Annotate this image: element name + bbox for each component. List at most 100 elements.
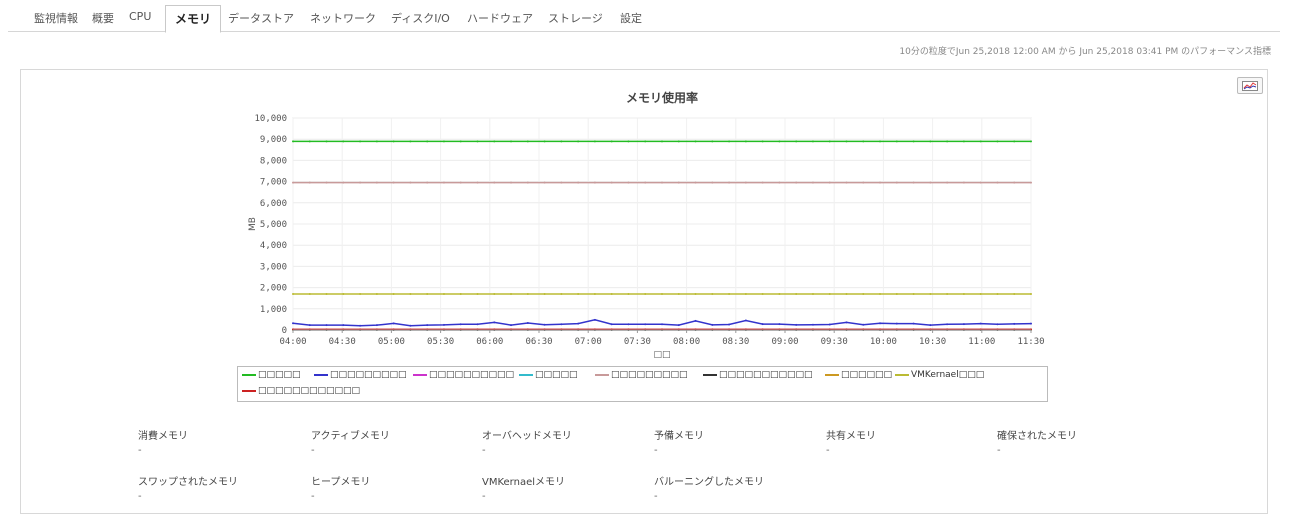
series-point bbox=[577, 322, 580, 325]
tab-network[interactable]: ネットワーク bbox=[310, 10, 376, 26]
series-point bbox=[308, 140, 311, 143]
series-point bbox=[510, 140, 513, 143]
series-point bbox=[359, 324, 362, 327]
series-point bbox=[761, 181, 764, 184]
series-point bbox=[912, 292, 915, 295]
metric-label: 共有メモリ bbox=[826, 431, 876, 442]
series-point bbox=[677, 140, 680, 143]
metric-granted: 確保されたメモリ - bbox=[997, 430, 1077, 456]
legend-item[interactable]: □□□□□□□□□□□□ bbox=[242, 386, 360, 396]
metric-label: 消費メモリ bbox=[138, 431, 188, 442]
series-point bbox=[526, 322, 529, 325]
series-point bbox=[593, 140, 596, 143]
series-point bbox=[493, 321, 496, 324]
legend-item[interactable]: □□□□□□ bbox=[825, 370, 892, 380]
legend-item[interactable]: VMKernael□□□ bbox=[895, 370, 984, 380]
series-point bbox=[359, 140, 362, 143]
metric-value: - bbox=[826, 445, 830, 456]
tab-settings[interactable]: 設定 bbox=[620, 10, 642, 26]
series-point bbox=[761, 292, 764, 295]
series-point bbox=[661, 292, 663, 295]
metric-value: - bbox=[654, 491, 658, 502]
series-point bbox=[661, 323, 663, 326]
legend-item[interactable]: □□□□□□□□□ bbox=[595, 370, 688, 380]
series-point bbox=[476, 140, 479, 143]
series-point bbox=[442, 292, 445, 295]
legend-swatch bbox=[895, 374, 909, 376]
legend-item[interactable]: □□□□□□□□□□ bbox=[413, 370, 514, 380]
y-tick-label: 7,000 bbox=[260, 178, 287, 188]
legend-item[interactable]: □□□□□□□□□□□ bbox=[703, 370, 813, 380]
tab-bar: 監視情報 概要 CPU メモリ データストア ネットワーク ディスクI/O ハー… bbox=[8, 0, 1280, 33]
series-point bbox=[426, 181, 429, 184]
series-point bbox=[929, 324, 932, 327]
x-tick-label: 04:00 bbox=[279, 337, 306, 347]
memory-usage-chart: メモリ使用率 0 1,000 2,000 3,000 4,000 5,000 6,000 7,0… bbox=[248, 90, 1045, 360]
series-point bbox=[526, 292, 529, 295]
series-point bbox=[979, 292, 982, 295]
y-tick-label: 4,000 bbox=[260, 241, 287, 251]
series-point bbox=[912, 322, 915, 325]
legend-label: □□□□□□ bbox=[841, 370, 893, 380]
series-point bbox=[862, 181, 865, 184]
series-point bbox=[962, 181, 965, 184]
legend-item[interactable]: □□□□□ bbox=[519, 370, 578, 380]
series-point bbox=[1030, 140, 1032, 143]
series-point bbox=[694, 319, 697, 322]
series-point bbox=[543, 323, 546, 326]
series-point bbox=[828, 292, 831, 295]
series-point bbox=[845, 292, 848, 295]
series-point bbox=[946, 323, 949, 326]
series-point bbox=[392, 322, 395, 325]
series-point bbox=[795, 181, 798, 184]
tab-storage[interactable]: ストレージ bbox=[548, 10, 603, 26]
series-point bbox=[1030, 181, 1032, 184]
legend-swatch bbox=[595, 374, 609, 376]
series-point bbox=[342, 324, 345, 327]
series-point bbox=[560, 323, 563, 326]
series-point bbox=[677, 181, 680, 184]
metric-overhead: オーバヘッドメモリ - bbox=[482, 430, 572, 456]
metric-vmkernel: VMKernaelメモリ - bbox=[482, 476, 565, 502]
series-point bbox=[359, 181, 362, 184]
tab-datastore[interactable]: データストア bbox=[228, 10, 294, 26]
metric-value: - bbox=[138, 445, 142, 456]
series-point bbox=[526, 140, 529, 143]
y-tick-label: 8,000 bbox=[260, 156, 287, 166]
series-point bbox=[728, 323, 731, 326]
legend-item[interactable]: □□□□□□□□□ bbox=[314, 370, 407, 380]
series-point bbox=[979, 322, 982, 325]
series-point bbox=[627, 292, 630, 295]
legend-swatch bbox=[314, 374, 328, 376]
metric-swapped: スワップされたメモリ - bbox=[138, 476, 238, 502]
tab-hardware[interactable]: ハードウェア bbox=[467, 10, 533, 26]
series-point bbox=[610, 292, 613, 295]
series-point bbox=[342, 181, 345, 184]
series-point bbox=[895, 181, 898, 184]
series-point bbox=[308, 181, 311, 184]
series-point bbox=[325, 292, 328, 295]
tab-memory[interactable]: メモリ bbox=[165, 5, 222, 33]
tab-monitoring[interactable]: 監視情報 bbox=[34, 10, 78, 26]
y-tick-label: 10,000 bbox=[254, 114, 287, 124]
series-point bbox=[459, 323, 462, 326]
tab-cpu[interactable]: CPU bbox=[129, 10, 151, 23]
series-point bbox=[577, 292, 580, 295]
x-tick-label: 08:30 bbox=[722, 337, 749, 347]
x-tick-label: 07:30 bbox=[624, 337, 651, 347]
series-point bbox=[694, 181, 697, 184]
legend-item[interactable]: □□□□□ bbox=[242, 370, 301, 380]
x-tick-label: 08:00 bbox=[673, 337, 700, 347]
tab-summary[interactable]: 概要 bbox=[92, 10, 114, 26]
tab-disk-io[interactable]: ディスクI/O bbox=[391, 10, 450, 26]
metric-value: - bbox=[482, 445, 486, 456]
x-axis-label: □□ bbox=[653, 350, 670, 360]
series-point bbox=[912, 140, 915, 143]
series-point bbox=[577, 181, 580, 184]
legend-label: □□□□□ bbox=[535, 370, 578, 380]
y-tick-label: 1,000 bbox=[260, 305, 287, 315]
series-point bbox=[795, 140, 798, 143]
series-point bbox=[526, 181, 529, 184]
metric-value: - bbox=[311, 445, 315, 456]
series-point bbox=[409, 140, 412, 143]
